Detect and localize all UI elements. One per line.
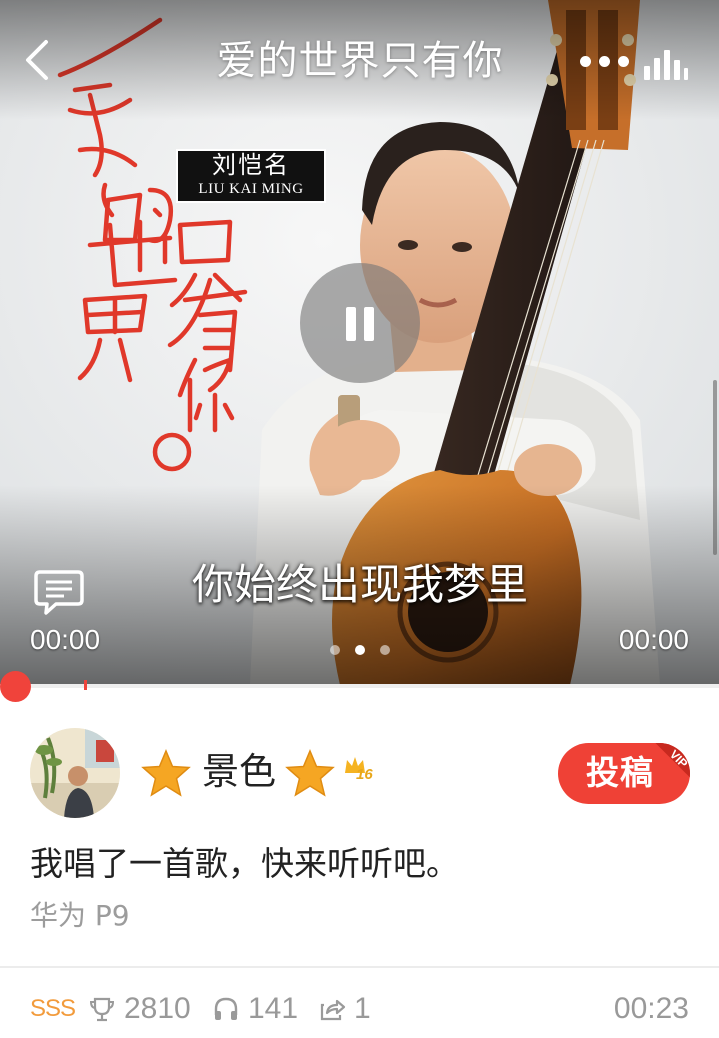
grade-badge: SSS [30, 995, 76, 1022]
artist-logo: 刘恺名 LIU KAI MING [176, 149, 326, 203]
share-icon [320, 999, 346, 1021]
star-icon [285, 749, 335, 797]
share-count: 1 [354, 992, 371, 1025]
avatar[interactable] [30, 728, 120, 818]
trophy-icon [89, 997, 115, 1022]
headphones-icon [214, 997, 238, 1020]
progress-handle[interactable] [0, 671, 31, 702]
page-indicator [325, 645, 395, 657]
chevron-left-icon [26, 40, 48, 80]
song-title: 爱的世界只有你 [216, 38, 504, 84]
recording-duration: 00:23 [613, 992, 689, 1025]
player-area[interactable]: 刘恺名 LIU KAI MING 爱的世界只有你 你始终出现我梦里 00:00 … [0, 0, 719, 685]
scrollbar[interactable] [713, 380, 717, 555]
star-icon [141, 749, 191, 797]
submit-button-label: 投稿 [586, 753, 654, 792]
device-label: 华为 P9 [30, 899, 130, 932]
current-time: 00:00 [30, 624, 101, 655]
page-dot-3[interactable] [380, 645, 390, 655]
stats-bar: SSS 2810 141 1 00:23 [0, 985, 719, 1035]
divider [0, 966, 719, 968]
listen-count: 141 [248, 992, 299, 1025]
artist-logo-en: LIU KAI MING [198, 181, 304, 197]
post-description: 我唱了一首歌，快来听听吧。 [30, 844, 459, 883]
progress-track[interactable] [0, 684, 719, 688]
progress-buffer-marker [84, 680, 87, 690]
pause-button[interactable] [300, 263, 420, 383]
level-number: 16 [356, 766, 373, 783]
level-badge: 16 [344, 756, 394, 788]
equalizer-icon[interactable] [644, 46, 688, 80]
total-time: 00:00 [618, 624, 689, 655]
more-options-button[interactable] [580, 52, 632, 72]
page-dot-2[interactable] [355, 645, 365, 655]
page-dot-1[interactable] [330, 645, 340, 655]
pause-icon-bar-right [364, 307, 374, 341]
artist-logo-cn: 刘恺名 [212, 151, 290, 179]
trophy-count: 2810 [124, 992, 191, 1025]
back-button[interactable] [18, 36, 58, 84]
lyric-comment-icon[interactable] [34, 568, 84, 616]
submit-button[interactable]: 投稿 VIP [558, 743, 690, 804]
current-lyric: 你始终出现我梦里 [191, 560, 528, 609]
pause-icon-bar-left [346, 307, 356, 341]
username[interactable]: 景色 [202, 746, 276, 798]
